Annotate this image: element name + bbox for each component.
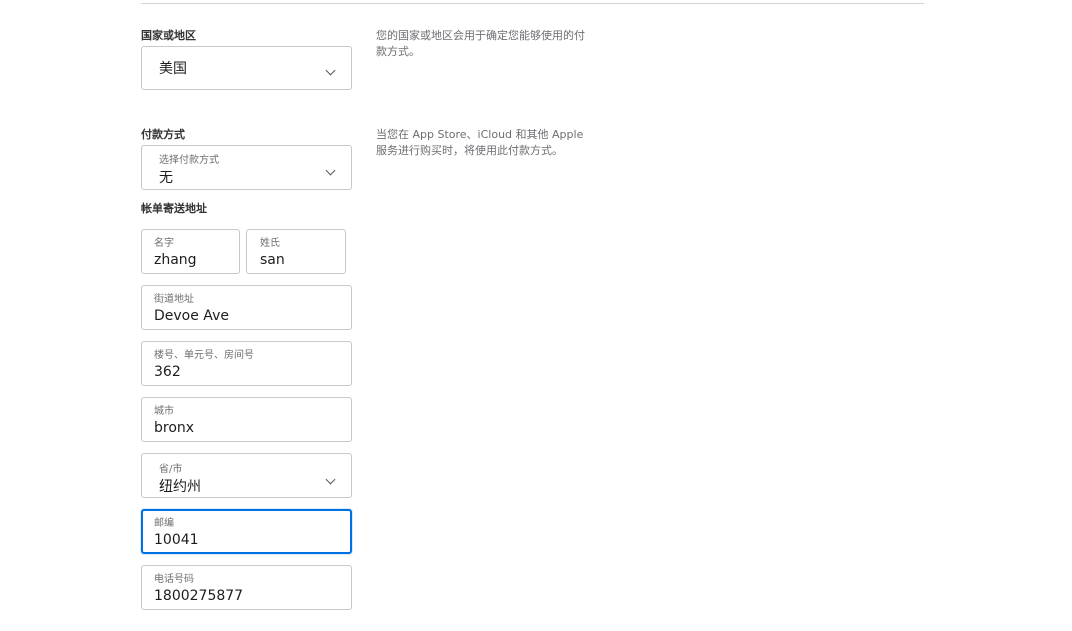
- top-divider: [141, 3, 924, 4]
- phone-field[interactable]: 电话号码 1800275877: [141, 565, 352, 610]
- payment-settings-page: 国家或地区 美国 您的国家或地区会用于确定您能够使用的付款方式。 付款方式 选择…: [0, 0, 1072, 631]
- state-select[interactable]: 省/市 纽约州: [141, 453, 352, 498]
- street-address-label: 街道地址: [154, 294, 194, 305]
- country-select-value: 美国: [159, 61, 187, 77]
- phone-value: 1800275877: [154, 588, 244, 604]
- last-name-label: 姓氏: [260, 238, 280, 249]
- country-section-label: 国家或地区: [141, 29, 196, 42]
- unit-label: 楼号、单元号、房间号: [154, 350, 254, 361]
- first-name-value: zhang: [154, 252, 197, 268]
- city-value: bronx: [154, 420, 195, 436]
- postal-code-field[interactable]: 邮编 10041: [141, 509, 352, 554]
- payment-help-text: 当您在 App Store、iCloud 和其他 Apple 服务进行购买时，将…: [376, 128, 584, 157]
- phone-label: 电话号码: [154, 574, 194, 585]
- country-select[interactable]: 美国: [141, 46, 352, 90]
- postal-code-value: 10041: [154, 532, 199, 548]
- street-address-field[interactable]: 街道地址 Devoe Ave: [141, 285, 352, 330]
- chevron-down-icon: [325, 474, 336, 485]
- city-label: 城市: [154, 406, 174, 417]
- chevron-down-icon: [325, 165, 336, 176]
- postal-code-label: 邮编: [154, 518, 174, 529]
- first-name-label: 名字: [154, 238, 174, 249]
- country-help-text: 您的国家或地区会用于确定您能够使用的付款方式。: [376, 29, 585, 58]
- state-label: 省/市: [159, 464, 183, 475]
- first-name-field[interactable]: 名字 zhang: [141, 229, 240, 274]
- city-field[interactable]: 城市 bronx: [141, 397, 352, 442]
- payment-method-select[interactable]: 选择付款方式 无: [141, 145, 352, 190]
- chevron-down-icon: [325, 65, 336, 76]
- payment-select-value: 无: [159, 170, 173, 186]
- unit-field[interactable]: 楼号、单元号、房间号 362: [141, 341, 352, 386]
- billing-section-label: 帐单寄送地址: [141, 202, 207, 215]
- last-name-value: san: [260, 252, 285, 268]
- unit-value: 362: [154, 364, 181, 380]
- street-address-value: Devoe Ave: [154, 308, 229, 324]
- payment-section-label: 付款方式: [141, 128, 185, 141]
- payment-select-label: 选择付款方式: [159, 155, 219, 166]
- last-name-field[interactable]: 姓氏 san: [246, 229, 346, 274]
- state-value: 纽约州: [159, 479, 201, 495]
